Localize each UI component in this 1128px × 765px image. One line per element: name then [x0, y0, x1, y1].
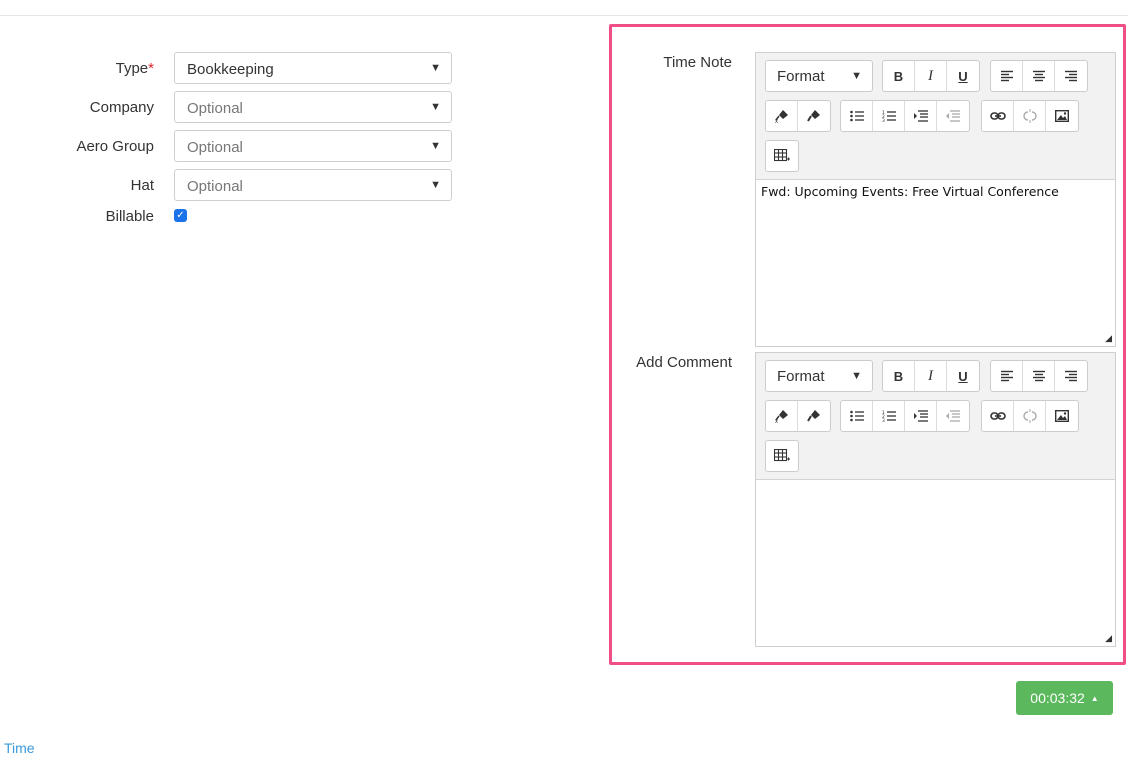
type-select[interactable]: Bookkeeping ▼ — [174, 52, 452, 84]
resize-handle-icon[interactable]: ◢ — [1105, 333, 1112, 344]
time-note-toolbar: Format ▼ B I U x 1 2 3 — [756, 53, 1115, 180]
type-label: Type* — [115, 60, 154, 77]
hat-row: Hat Optional ▼ — [0, 169, 460, 203]
svg-text:3: 3 — [882, 118, 885, 122]
indent-icon[interactable] — [905, 101, 937, 131]
aero-group-row: Aero Group Optional ▼ — [0, 130, 460, 164]
table-group — [765, 140, 799, 172]
align-left-icon[interactable] — [991, 61, 1023, 91]
format-dropdown[interactable]: Format ▼ — [765, 360, 873, 392]
clean-group: x — [765, 400, 831, 432]
underline-button[interactable]: U — [947, 61, 979, 91]
time-note-content[interactable]: Fwd: Upcoming Events: Free Virtual Confe… — [756, 180, 1115, 346]
caret-down-icon: ▼ — [430, 62, 441, 74]
company-label: Company — [89, 99, 154, 116]
bullet-list-icon[interactable] — [841, 401, 873, 431]
align-center-icon[interactable] — [1023, 361, 1055, 391]
time-note-label: Time Note — [663, 54, 732, 71]
add-comment-content[interactable]: ◢ — [756, 480, 1115, 646]
underline-button[interactable]: U — [947, 361, 979, 391]
caret-down-icon: ▼ — [430, 101, 441, 113]
clean-group: x — [765, 100, 831, 132]
image-icon[interactable] — [1046, 401, 1078, 431]
aero-group-select-placeholder: Optional — [187, 139, 243, 156]
company-select[interactable]: Optional ▼ — [174, 91, 452, 123]
bold-button[interactable]: B — [883, 61, 915, 91]
company-select-placeholder: Optional — [187, 100, 243, 117]
top-divider — [0, 15, 1128, 16]
caret-down-icon: ▼ — [851, 370, 862, 382]
time-link[interactable]: Time — [4, 740, 35, 756]
caret-down-icon: ▼ — [851, 70, 862, 82]
list-group: 123 — [840, 100, 970, 132]
text-style-group: B I U — [882, 360, 980, 392]
align-center-icon[interactable] — [1023, 61, 1055, 91]
italic-button[interactable]: I — [915, 361, 947, 391]
caret-up-icon: ▲ — [1090, 693, 1099, 703]
outdent-icon[interactable] — [937, 401, 969, 431]
align-left-icon[interactable] — [991, 361, 1023, 391]
insert-group — [981, 100, 1079, 132]
timer-button[interactable]: 00:03:32 ▲ — [1016, 681, 1113, 715]
svg-text:x: x — [775, 119, 778, 124]
caret-down-icon: ▼ — [430, 140, 441, 152]
add-comment-editor: Format ▼ B I U x 1 2 3 ◢ — [755, 352, 1116, 647]
type-select-value: Bookkeeping — [187, 61, 274, 78]
bullet-list-icon[interactable] — [841, 101, 873, 131]
link-icon[interactable] — [982, 401, 1014, 431]
table-icon[interactable] — [766, 141, 798, 171]
outdent-icon[interactable] — [937, 101, 969, 131]
svg-text:x: x — [775, 419, 778, 424]
billable-label: Billable — [105, 208, 154, 225]
paint-brush-icon[interactable] — [798, 101, 830, 131]
resize-handle-icon[interactable]: ◢ — [1105, 633, 1112, 644]
remove-format-icon[interactable]: x — [766, 101, 798, 131]
table-group — [765, 440, 799, 472]
remove-format-icon[interactable]: x — [766, 401, 798, 431]
hat-select-placeholder: Optional — [187, 178, 243, 195]
notes-panel: Time Note Format ▼ B I U x 1 2 3 Fwd: Up… — [609, 24, 1126, 665]
paint-brush-icon[interactable] — [798, 401, 830, 431]
hat-label: Hat — [130, 177, 154, 194]
format-label: Format — [777, 368, 825, 385]
unlink-icon[interactable] — [1014, 101, 1046, 131]
billable-row: Billable ✓ — [0, 200, 460, 234]
indent-icon[interactable] — [905, 401, 937, 431]
billable-checkbox[interactable]: ✓ — [174, 209, 187, 222]
image-icon[interactable] — [1046, 101, 1078, 131]
numbered-list-icon[interactable]: 123 — [873, 101, 905, 131]
italic-button[interactable]: I — [915, 61, 947, 91]
numbered-list-icon[interactable]: 123 — [873, 401, 905, 431]
required-asterisk: * — [148, 60, 154, 77]
svg-text:3: 3 — [882, 418, 885, 422]
caret-down-icon: ▼ — [430, 179, 441, 191]
insert-group — [981, 400, 1079, 432]
align-right-icon[interactable] — [1055, 361, 1087, 391]
hat-select[interactable]: Optional ▼ — [174, 169, 452, 201]
format-dropdown[interactable]: Format ▼ — [765, 60, 873, 92]
align-group — [990, 60, 1088, 92]
bold-button[interactable]: B — [883, 361, 915, 391]
text-style-group: B I U — [882, 60, 980, 92]
company-row: Company Optional ▼ — [0, 91, 460, 125]
table-icon[interactable] — [766, 441, 798, 471]
align-group — [990, 360, 1088, 392]
time-note-editor: Format ▼ B I U x 1 2 3 Fwd: Upcoming Eve… — [755, 52, 1116, 347]
add-comment-toolbar: Format ▼ B I U x 1 2 3 — [756, 353, 1115, 480]
unlink-icon[interactable] — [1014, 401, 1046, 431]
aero-group-select[interactable]: Optional ▼ — [174, 130, 452, 162]
time-note-text: Fwd: Upcoming Events: Free Virtual Confe… — [761, 184, 1059, 199]
timer-value: 00:03:32 — [1030, 690, 1085, 706]
align-right-icon[interactable] — [1055, 61, 1087, 91]
aero-group-label: Aero Group — [76, 138, 154, 155]
link-icon[interactable] — [982, 101, 1014, 131]
add-comment-label: Add Comment — [636, 354, 732, 371]
type-row: Type* Bookkeeping ▼ — [0, 52, 460, 86]
format-label: Format — [777, 68, 825, 85]
list-group: 123 — [840, 400, 970, 432]
